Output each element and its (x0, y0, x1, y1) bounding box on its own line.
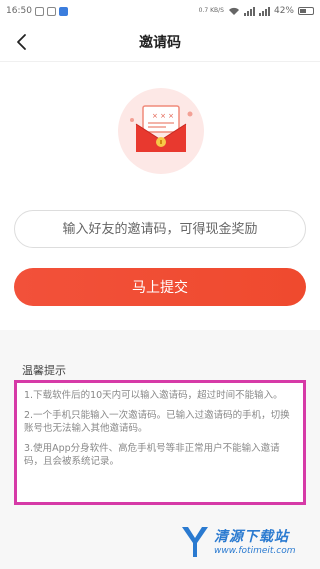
back-arrow-icon[interactable] (12, 32, 32, 52)
tips-title: 温馨提示 (22, 364, 66, 377)
submit-button[interactable]: 马上提交 (14, 268, 306, 306)
watermark-logo-icon (182, 527, 208, 557)
battery-icon (298, 7, 314, 15)
red-envelope-illustration: × × × (118, 88, 204, 174)
tip-item: 3.使用App分身软件、高危手机号等非正常用户不能输入邀请码，且会被系统记录。 (24, 443, 280, 467)
tip-item: 2.一个手机只能输入一次邀请码。已输入过邀请码的手机，切换账号也无法输入其他邀请… (24, 410, 290, 434)
signal-icon (243, 6, 255, 16)
status-time: 16:50 (6, 6, 32, 16)
app-notification-icon (58, 6, 68, 16)
svg-text:× × ×: × × × (152, 112, 174, 120)
envelope-icon: × × × (130, 105, 193, 152)
tip-item: 1.下载软件后的10天内可以输入邀请码，超过时间不能输入。 (24, 390, 283, 401)
nav-bar: 邀请码 (0, 22, 320, 62)
status-bar: 16:50 0.7 KB/S 42% (0, 0, 320, 22)
invite-code-input[interactable] (14, 210, 306, 248)
page-title: 邀请码 (139, 34, 181, 51)
notification-icon (46, 6, 56, 16)
alarm-icon (34, 6, 44, 16)
watermark-url: www.fotimeit.com (214, 546, 296, 556)
signal-icon-2 (258, 6, 270, 16)
network-speed: 0.7 KB/S (198, 7, 224, 14)
wifi-icon (228, 7, 239, 15)
watermark-name: 清源下载站 (214, 529, 289, 545)
tips-box: 1.下载软件后的10天内可以输入邀请码，超过时间不能输入。 2.一个手机只能输入… (14, 380, 306, 505)
battery-percent: 42% (273, 6, 294, 16)
watermark: 清源下载站 www.fotimeit.com (180, 519, 310, 563)
